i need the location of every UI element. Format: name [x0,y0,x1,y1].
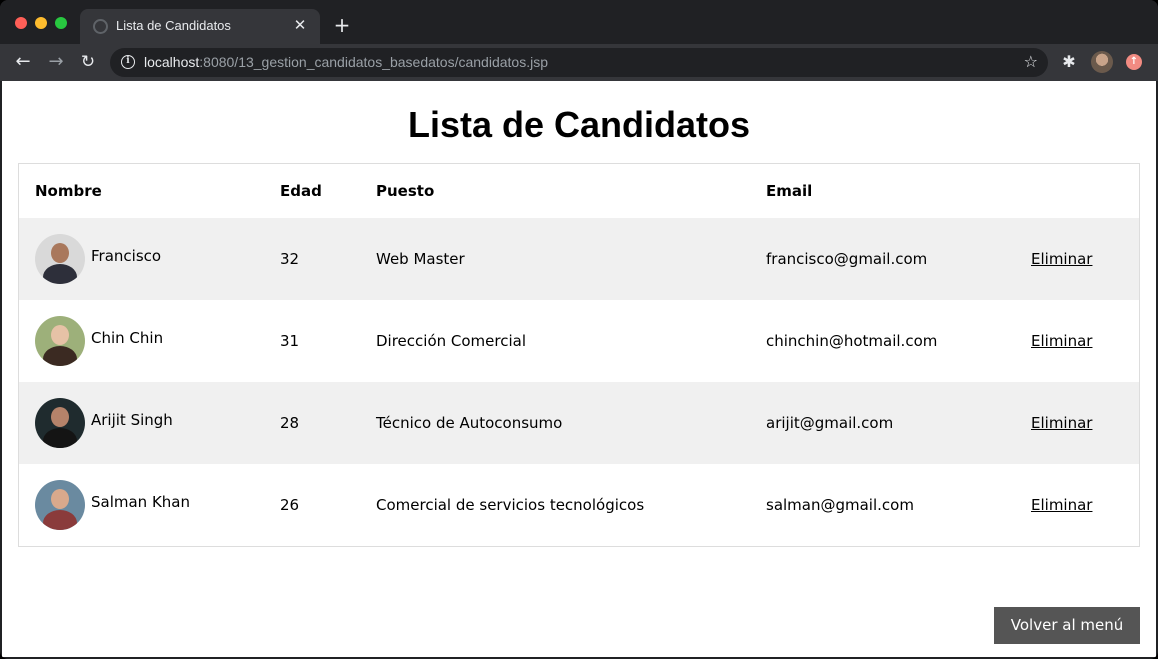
cell-edad: 26 [280,496,300,514]
cell-email: arijit@gmail.com [750,382,1015,464]
table-row: Chin Chin 31 Dirección Comercial chinchi… [19,300,1139,382]
cell-nombre: Salman Khan [19,464,264,546]
cell-nombre: Chin Chin [19,300,264,382]
cell-action: Eliminar [1015,300,1139,382]
browser-tab[interactable]: Lista de Candidatos ✕ [80,9,320,44]
cell-edad: 28 [264,382,360,464]
avatar [35,316,85,366]
candidates-table: Nombre Edad Puesto Email Francisco 32 We… [19,164,1139,546]
back-arrow-icon[interactable]: ← [12,51,34,73]
reload-icon[interactable]: ↻ [77,51,99,73]
header-puesto: Puesto [376,182,435,200]
address-bar[interactable]: i localhost:8080/13_gestion_candidatos_b… [110,48,1048,77]
candidates-table-container: Nombre Edad Puesto Email Francisco 32 We… [18,163,1140,547]
tab-strip: Lista de Candidatos ✕ + [0,0,1158,44]
cell-puesto: Dirección Comercial [376,332,526,350]
cell-email: francisco@gmail.com [750,218,1015,300]
browser-toolbar: ← → ↻ i localhost:8080/13_gestion_candid… [0,44,1158,81]
avatar [35,234,85,284]
extensions-puzzle-icon[interactable]: ✱ [1060,53,1078,71]
table-row: Salman Khan 26 Comercial de servicios te… [19,464,1139,546]
candidate-name: Arijit Singh [91,411,173,429]
cell-action: Eliminar [1015,464,1139,546]
delete-link[interactable]: Eliminar [1031,496,1092,514]
delete-link[interactable]: Eliminar [1031,332,1092,350]
table-header-row: Nombre Edad Puesto Email [19,164,1139,218]
bookmark-star-icon[interactable]: ☆ [1024,52,1038,71]
profile-avatar[interactable] [1091,51,1113,73]
cell-edad: 31 [280,332,300,350]
cell-action: Eliminar [1015,382,1139,464]
delete-link[interactable]: Eliminar [1031,414,1092,432]
delete-link[interactable]: Eliminar [1031,250,1092,268]
cell-nombre: Francisco [19,218,264,300]
globe-icon [93,19,108,34]
close-tab-icon[interactable]: ✕ [290,15,310,35]
table-row: Francisco 32 Web Master francisco@gmail.… [19,218,1139,300]
tab-title: Lista de Candidatos [116,18,231,33]
page-viewport: Lista de Candidatos Nombre Edad Puesto E… [2,81,1156,657]
cell-action: Eliminar [1015,218,1139,300]
cell-email: chinchin@hotmail.com [766,332,938,350]
header-edad: Edad [280,182,322,200]
page-title: Lista de Candidatos [407,104,751,145]
table-row: Arijit Singh 28 Técnico de Autoconsumo a… [19,382,1139,464]
cell-edad: 32 [264,218,360,300]
avatar [35,398,85,448]
new-tab-button[interactable]: + [331,14,353,36]
header-email: Email [766,182,813,200]
url-host: localhost [144,54,200,70]
candidate-name: Francisco [91,247,162,265]
cell-puesto: Web Master [360,218,750,300]
url-text[interactable]: localhost:8080/13_gestion_candidatos_bas… [144,54,548,70]
url-path: :8080/13_gestion_candidatos_basedatos/ca… [199,54,548,70]
info-icon[interactable]: i [121,55,135,69]
browser-window: Lista de Candidatos ✕ + ← → ↻ i localhos… [0,0,1158,659]
header-nombre: Nombre [35,182,102,200]
cell-puesto: Técnico de Autoconsumo [360,382,750,464]
update-arrow-icon[interactable]: ↑ [1126,54,1142,70]
candidate-name: Chin Chin [91,329,164,347]
minimize-window-button[interactable] [35,17,47,29]
cell-nombre: Arijit Singh [19,382,264,464]
forward-arrow-icon[interactable]: → [45,51,67,73]
back-to-menu-button[interactable]: Volver al menú [994,607,1140,644]
cell-email: salman@gmail.com [766,496,914,514]
candidate-name: Salman Khan [91,493,191,511]
maximize-window-button[interactable] [55,17,67,29]
header-actions [1015,164,1139,218]
cell-puesto: Comercial de servicios tecnológicos [376,496,645,514]
avatar [35,480,85,530]
close-window-button[interactable] [15,17,27,29]
